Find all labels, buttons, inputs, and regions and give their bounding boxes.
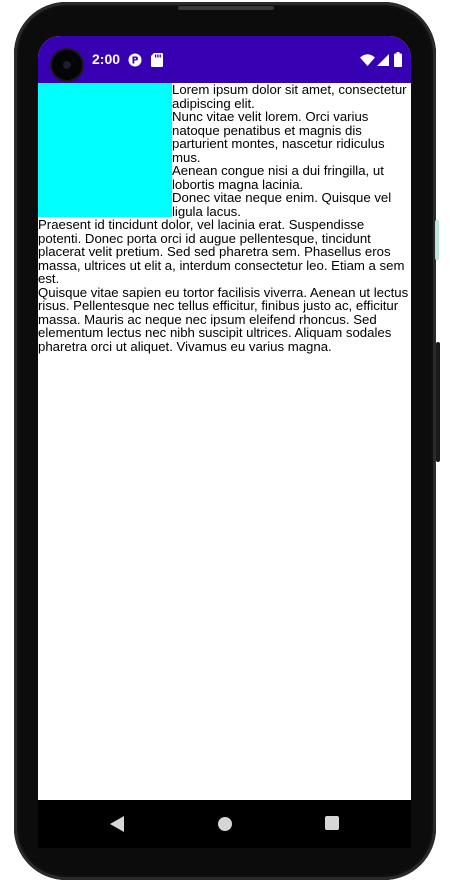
volume-button (435, 220, 439, 260)
cellular-signal-icon (377, 54, 389, 66)
screen: 2:00 Lorem ipsum dolor sit amet, consect… (38, 36, 411, 800)
front-camera (52, 50, 82, 80)
recents-icon[interactable] (325, 816, 339, 830)
home-icon[interactable] (218, 817, 232, 831)
battery-icon (394, 52, 402, 67)
sd-card-icon (151, 53, 163, 67)
device-frame: 2:00 Lorem ipsum dolor sit amet, consect… (0, 0, 453, 883)
back-icon[interactable] (110, 816, 124, 832)
paragraph-6: Quisque vitae sapien eu tortor facilisis… (38, 284, 409, 354)
power-button (436, 342, 440, 462)
status-bar: 2:00 (38, 36, 411, 83)
paragraph-5: Praesent id tincidunt dolor, vel lacinia… (38, 217, 405, 286)
navigation-bar (38, 800, 411, 848)
cyan-square (38, 83, 172, 217)
status-time: 2:00 (92, 51, 121, 67)
wifi-icon (360, 54, 375, 66)
earpiece-speaker (178, 6, 274, 10)
content-area: Lorem ipsum dolor sit amet, consectetur … (38, 83, 411, 353)
notification-app-icon (128, 53, 142, 67)
